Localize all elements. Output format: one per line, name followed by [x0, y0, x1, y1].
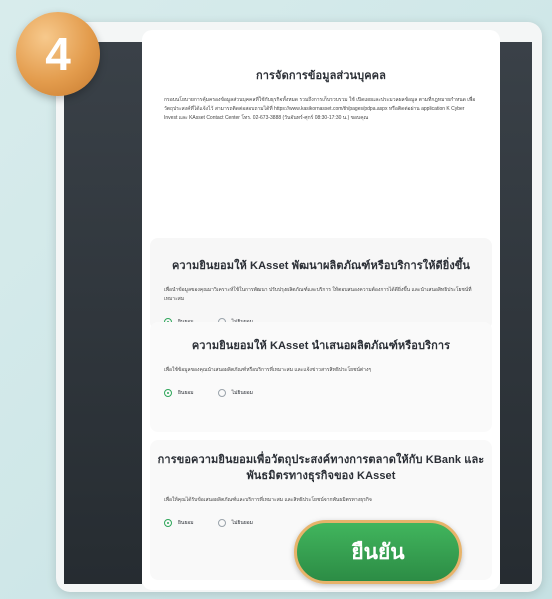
radio-label: ยินยอม — [178, 520, 194, 526]
consent-offer-no-radio[interactable]: ไม่ยินยอม — [217, 389, 253, 397]
consent-offer-title: ความยินยอมให้ KAsset นำเสนอผลิตภัณฑ์หรือ… — [191, 340, 451, 352]
dark-backdrop-right — [500, 42, 532, 584]
radio-unselected-icon — [217, 389, 226, 397]
consent-marketing-no-radio[interactable]: ไม่ยินยอม — [217, 519, 253, 527]
consent-sheet[interactable]: การจัดการข้อมูลส่วนบุคคล กรอบนโยบายการคุ… — [142, 30, 500, 590]
consent-offer-section: ความยินยอมให้ KAsset นำเสนอผลิตภัณฑ์หรือ… — [150, 322, 492, 432]
radio-label: ไม่ยินยอม — [231, 390, 253, 396]
radio-selected-icon — [164, 389, 172, 397]
consent-offer-yes-radio[interactable]: ยินยอม — [164, 389, 194, 397]
radio-label: ยินยอม — [178, 390, 194, 396]
radio-unselected-icon — [217, 519, 226, 527]
consent-develop-section: ความยินยอมให้ KAsset พัฒนาผลิตภัณฑ์หรือบ… — [150, 238, 492, 330]
confirm-button[interactable]: ยืนยัน — [294, 520, 462, 584]
radio-selected-icon — [164, 519, 172, 527]
consent-offer-body: เพื่อใช้ข้อมูลของคุณนำเสนอผลิตภัณฑ์หรือบ… — [164, 367, 372, 373]
step-number-badge: 4 — [16, 12, 100, 96]
consent-marketing-title: การขอความยินยอมเพื่อวัตถุประสงค์ทางการตล… — [157, 454, 485, 482]
consent-marketing-body: เพื่อให้คุณได้รับข้อเสนอผลิตภัณฑ์และบริก… — [164, 497, 372, 503]
privacy-title: การจัดการข้อมูลส่วนบุคคล — [256, 70, 386, 82]
consent-marketing-yes-radio[interactable]: ยินยอม — [164, 519, 194, 527]
consent-develop-body: เพื่อนำข้อมูลของคุณมาวิเคราะห์ใช้ในการพั… — [164, 287, 472, 302]
privacy-section: การจัดการข้อมูลส่วนบุคคล กรอบนโยบายการคุ… — [150, 40, 492, 230]
consent-develop-title: ความยินยอมให้ KAsset พัฒนาผลิตภัณฑ์หรือบ… — [171, 260, 471, 272]
radio-label: ไม่ยินยอม — [231, 520, 253, 526]
dark-backdrop-left — [64, 42, 142, 584]
consent-offer-options: ยินยอม ไม่ยินยอม — [164, 389, 492, 397]
privacy-body: กรอบนโยบายการคุ้มครองข้อมูลส่วนบุคคลที่ใ… — [164, 97, 476, 121]
